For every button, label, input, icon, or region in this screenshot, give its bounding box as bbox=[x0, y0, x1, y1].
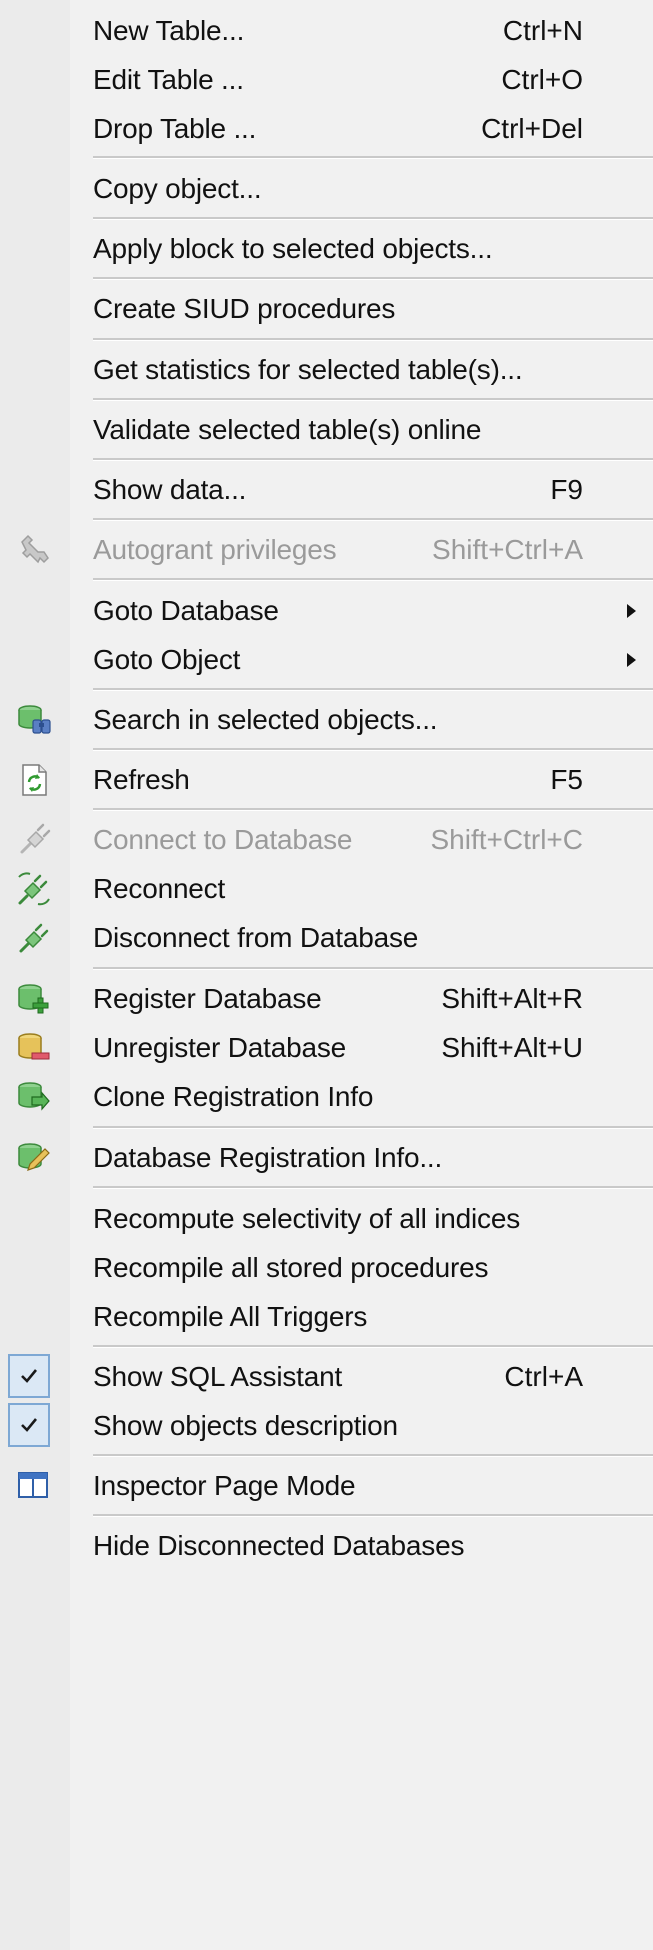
menu-item-recompile-triggers[interactable]: Recompile All Triggers bbox=[0, 1288, 653, 1346]
database-remove-icon bbox=[18, 1033, 50, 1060]
menu-separator bbox=[93, 518, 653, 521]
menu-item-search-objects[interactable]: Search in selected objects... bbox=[0, 691, 653, 749]
checkmark-box bbox=[8, 1354, 50, 1398]
menu-separator bbox=[93, 688, 653, 691]
menu-item-label: Show data... bbox=[93, 474, 247, 505]
menu-item-label: Database Registration Info... bbox=[93, 1142, 443, 1173]
panel-icon bbox=[18, 1472, 48, 1498]
database-search-icon bbox=[18, 705, 51, 734]
menu-item-label: Inspector Page Mode bbox=[93, 1470, 356, 1501]
menu-item-show-objects-description[interactable]: Show objects description bbox=[0, 1397, 653, 1455]
menu-separator bbox=[93, 156, 653, 159]
menu-separator bbox=[93, 1126, 653, 1129]
menu-separator bbox=[93, 458, 653, 461]
refresh-icon bbox=[22, 764, 47, 796]
wrench-icon bbox=[21, 534, 49, 564]
menu-item-label: Validate selected table(s) online bbox=[93, 414, 482, 445]
shortcut-label: Shift+Ctrl+A bbox=[432, 534, 583, 565]
menu-item-label: Create SIUD procedures bbox=[93, 293, 396, 324]
context-menu: New Table... Ctrl+N Edit Table ... Ctrl+… bbox=[0, 0, 653, 1950]
database-clone-icon bbox=[18, 1082, 50, 1111]
menu-item-label: Copy object... bbox=[93, 173, 262, 204]
menu-item-label: Show objects description bbox=[93, 1410, 398, 1441]
menu-item-disconnect-database[interactable]: Disconnect from Database bbox=[0, 909, 653, 967]
menu-item-autogrant-privileges[interactable]: Autogrant privileges Shift+Ctrl+A bbox=[0, 521, 653, 579]
menu-item-drop-table[interactable]: Drop Table ... Ctrl+Del bbox=[0, 100, 653, 158]
menu-separator bbox=[93, 1186, 653, 1189]
menu-item-goto-object[interactable]: Goto Object bbox=[0, 631, 653, 689]
submenu-arrow-icon bbox=[627, 653, 636, 667]
menu-item-refresh[interactable]: Refresh F5 bbox=[0, 751, 653, 809]
submenu-arrow-icon bbox=[627, 604, 636, 618]
checkmark-icon bbox=[21, 1369, 38, 1383]
checkmark-box bbox=[8, 1403, 50, 1447]
menu-separator bbox=[93, 217, 653, 220]
menu-separator bbox=[93, 967, 653, 970]
database-edit-icon bbox=[18, 1143, 50, 1171]
menu-item-label: Disconnect from Database bbox=[93, 922, 419, 953]
menu-item-inspector-page-mode[interactable]: Inspector Page Mode bbox=[0, 1457, 653, 1515]
menu-item-copy-object[interactable]: Copy object... bbox=[0, 160, 653, 218]
menu-item-database-registration-info[interactable]: Database Registration Info... bbox=[0, 1129, 653, 1187]
shortcut-label: F5 bbox=[550, 764, 583, 795]
menu-item-label: Drop Table ... bbox=[93, 113, 257, 144]
plug-icon bbox=[20, 823, 51, 854]
menu-separator bbox=[93, 1454, 653, 1457]
menu-item-label: Apply block to selected objects... bbox=[93, 233, 493, 264]
menu-item-label: Clone Registration Info bbox=[93, 1081, 374, 1112]
menu-item-create-siud[interactable]: Create SIUD procedures bbox=[0, 280, 653, 338]
shortcut-label: Ctrl+Del bbox=[481, 113, 583, 144]
menu-separator bbox=[93, 748, 653, 751]
menu-item-label: Hide Disconnected Databases bbox=[93, 1530, 465, 1561]
menu-item-show-data[interactable]: Show data... F9 bbox=[0, 461, 653, 519]
menu-item-label: Autogrant privileges bbox=[93, 534, 337, 565]
menu-item-get-statistics[interactable]: Get statistics for selected table(s)... bbox=[0, 341, 653, 399]
shortcut-label: F9 bbox=[550, 474, 583, 505]
menu-item-hide-disconnected[interactable]: Hide Disconnected Databases bbox=[0, 1517, 653, 1575]
checkmark-icon bbox=[21, 1418, 38, 1432]
menu-item-label: Search in selected objects... bbox=[93, 704, 438, 735]
menu-item-apply-block[interactable]: Apply block to selected objects... bbox=[0, 220, 653, 278]
menu-item-label: Refresh bbox=[93, 764, 190, 795]
unplug-icon bbox=[19, 923, 49, 953]
menu-separator bbox=[93, 398, 653, 401]
database-add-icon bbox=[18, 984, 49, 1014]
menu-separator bbox=[93, 1345, 653, 1348]
menu-separator bbox=[93, 338, 653, 341]
menu-item-clone-registration-info[interactable]: Clone Registration Info bbox=[0, 1068, 653, 1126]
menu-item-label: Goto Object bbox=[93, 644, 241, 675]
menu-separator bbox=[93, 808, 653, 811]
menu-item-validate-tables[interactable]: Validate selected table(s) online bbox=[0, 401, 653, 459]
reconnect-icon bbox=[18, 872, 50, 906]
menu-separator bbox=[93, 578, 653, 581]
menu-separator bbox=[93, 1514, 653, 1517]
menu-separator bbox=[93, 277, 653, 280]
menu-item-label: Get statistics for selected table(s)... bbox=[93, 354, 523, 385]
menu-item-label: Recompile All Triggers bbox=[93, 1301, 368, 1332]
